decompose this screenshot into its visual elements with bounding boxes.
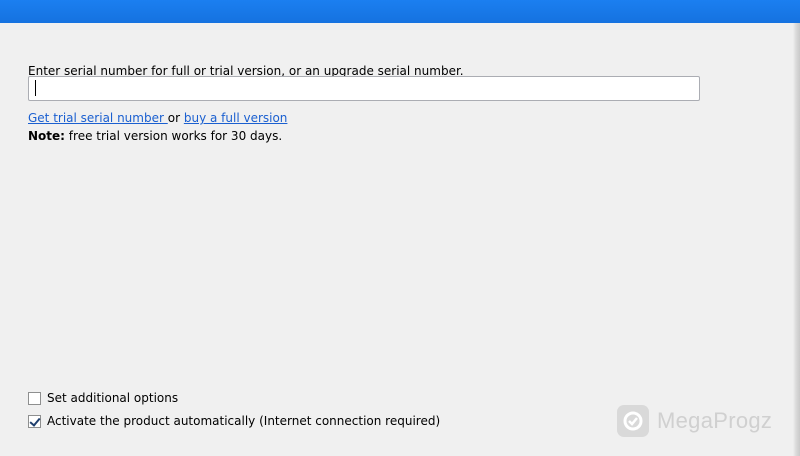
- window-right-edge: [793, 23, 800, 456]
- title-bar: [0, 0, 800, 23]
- watermark: MegaProgz: [617, 400, 772, 442]
- set-additional-options-label[interactable]: Set additional options: [47, 391, 178, 405]
- trial-note: Note: free trial version works for 30 da…: [28, 129, 282, 143]
- activate-automatically-label[interactable]: Activate the product automatically (Inte…: [47, 414, 440, 428]
- serial-number-input[interactable]: [28, 76, 700, 101]
- text-caret: [35, 80, 36, 96]
- activate-automatically-row[interactable]: Activate the product automatically (Inte…: [28, 414, 440, 428]
- get-trial-serial-link[interactable]: Get trial serial number: [28, 111, 168, 125]
- megaprogz-logo-icon: [617, 405, 649, 437]
- activate-automatically-checkbox[interactable]: [28, 414, 41, 428]
- watermark-text: MegaProgz: [657, 408, 773, 433]
- set-additional-options-row[interactable]: Set additional options: [28, 391, 178, 405]
- note-label: Note:: [28, 129, 65, 143]
- serial-links: Get trial serial number or buy a full ve…: [28, 111, 287, 125]
- set-additional-options-checkbox[interactable]: [28, 391, 41, 405]
- links-separator: or: [167, 111, 181, 125]
- buy-full-version-link[interactable]: buy a full version: [184, 111, 288, 125]
- note-text: free trial version works for 30 days.: [68, 129, 283, 143]
